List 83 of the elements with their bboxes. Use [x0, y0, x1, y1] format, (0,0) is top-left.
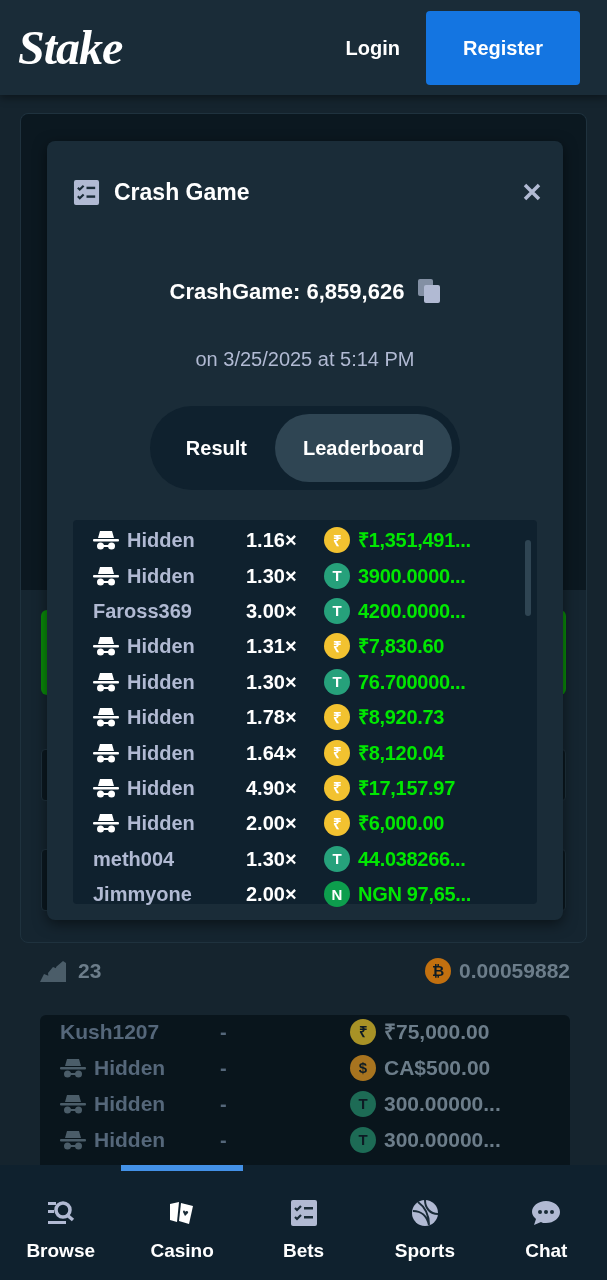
player-name: Hidden	[94, 1090, 166, 1117]
coin-icon: T	[324, 562, 350, 589]
multiplier: 2.00×	[246, 811, 298, 837]
checklist-icon	[73, 178, 100, 206]
multiplier: 1.30×	[246, 563, 298, 589]
nav-tab[interactable]: Casino	[121, 1165, 243, 1280]
search-icon	[46, 1199, 75, 1227]
coin-icon: N	[324, 881, 350, 908]
basketball-icon	[410, 1199, 439, 1227]
player-name: Hidden	[127, 563, 195, 589]
win-amount: 76.700000...	[358, 669, 466, 695]
multiplier: -	[220, 1091, 228, 1117]
win-amount: ₹7,830.60	[358, 634, 445, 660]
game-date: on 3/25/2025 at 5:14 PM	[195, 346, 415, 372]
player-name: Hidden	[127, 528, 195, 554]
player-name: Hidden	[127, 634, 195, 660]
multiplier: -	[220, 1055, 228, 1081]
chat-icon	[531, 1199, 562, 1227]
multiplier: 4.90×	[246, 775, 298, 801]
win-amount: ₹1,351,491...	[358, 528, 471, 554]
player-name: Hidden	[127, 775, 195, 801]
win-amount: NGN 97,65...	[358, 882, 472, 908]
login-button[interactable]: Login	[319, 10, 426, 85]
player-name: Jimmyone	[93, 882, 192, 908]
coin-icon: T	[350, 1090, 376, 1117]
multiplier: 1.78×	[246, 705, 298, 731]
nav-tab[interactable]: Sports	[364, 1165, 486, 1280]
player-count: 23	[78, 958, 102, 984]
player-name: Hidden	[94, 1054, 166, 1081]
coin-icon: ₹	[324, 739, 350, 766]
coin-icon: T	[324, 597, 350, 624]
coin-icon: T	[350, 1126, 376, 1153]
multiplier: -	[220, 1019, 228, 1045]
coin-icon: T	[324, 668, 350, 695]
multiplier: 1.16×	[246, 528, 298, 554]
tab[interactable]: Leaderboard	[275, 413, 453, 482]
game-id: CrashGame: 6,859,626	[169, 277, 405, 306]
player-name: Hidden	[127, 811, 195, 837]
player-name: Hidden	[127, 669, 195, 695]
register-button[interactable]: Register	[426, 10, 580, 85]
multiplier: 3.00×	[246, 598, 298, 624]
bet-amount: 300.00000...	[384, 1126, 501, 1153]
multiplier: 1.30×	[246, 846, 298, 872]
multiplier: 2.00×	[246, 882, 298, 908]
bet-amount: 300.00000...	[384, 1090, 501, 1117]
close-icon	[523, 183, 541, 202]
multiplier: 1.64×	[246, 740, 298, 766]
nav-tab[interactable]: Browse	[0, 1165, 122, 1280]
coin-icon: ₹	[324, 527, 350, 554]
coin-icon: ₿	[425, 957, 452, 984]
win-amount: 3900.0000...	[358, 563, 466, 589]
player-name: Faross369	[93, 598, 192, 624]
player-name: Hidden	[127, 705, 195, 731]
nav-tab[interactable]: Bets	[242, 1165, 365, 1280]
win-amount: ₹8,120.04	[358, 740, 445, 766]
win-amount: 44.038266...	[358, 846, 466, 872]
coin-icon: $	[350, 1054, 376, 1081]
total-amount: 0.00059882	[459, 958, 570, 984]
coin-icon: ₹	[324, 633, 350, 660]
win-amount: 4200.0000...	[358, 598, 466, 624]
copy-icon[interactable]	[418, 279, 441, 303]
coin-icon: ₹	[324, 810, 350, 837]
win-amount: ₹17,157.97	[358, 775, 455, 801]
win-amount: ₹8,920.73	[358, 705, 445, 731]
coin-icon: ₹	[324, 704, 350, 731]
player-name: Hidden	[94, 1126, 166, 1153]
player-name: Hidden	[127, 740, 195, 766]
player-name: meth004	[93, 846, 175, 872]
logo[interactable]: Stake	[18, 11, 123, 84]
player-name: Kush1207	[60, 1018, 160, 1045]
coin-icon: ₹	[350, 1018, 376, 1045]
nav-tab[interactable]: Chat	[485, 1165, 607, 1280]
bet-amount: CA$500.00	[384, 1054, 491, 1081]
coin-icon: ₹	[324, 774, 350, 801]
multiplier: 1.31×	[246, 634, 298, 660]
tab[interactable]: Result	[157, 413, 275, 482]
multiplier: -	[220, 1127, 228, 1153]
bet-amount: ₹75,000.00	[384, 1018, 490, 1045]
modal-title: Crash Game	[114, 178, 250, 207]
win-amount: ₹6,000.00	[358, 811, 445, 837]
checklist-icon	[289, 1199, 318, 1227]
coin-icon: T	[324, 845, 350, 872]
multiplier: 1.30×	[246, 669, 298, 695]
